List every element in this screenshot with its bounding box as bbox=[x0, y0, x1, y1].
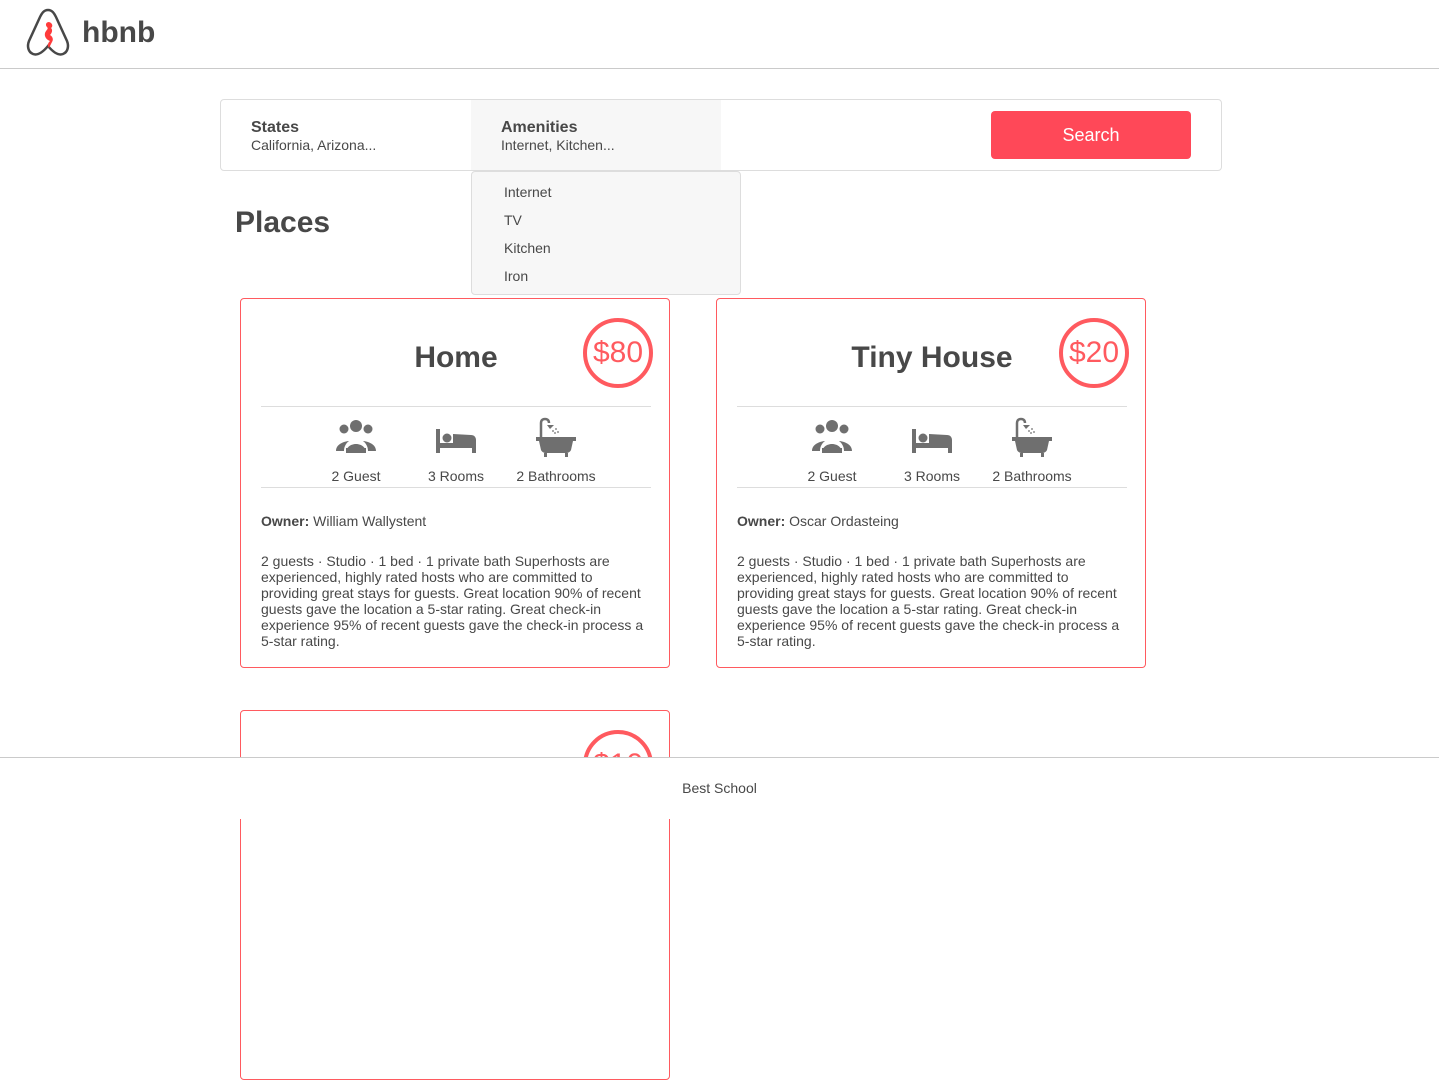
users-icon bbox=[812, 420, 852, 453]
owner-label: Owner: bbox=[737, 513, 786, 529]
bathtub-icon bbox=[536, 417, 576, 457]
bathrooms-info: 2 Bathrooms bbox=[982, 417, 1082, 484]
guests-info: 2 Guest bbox=[782, 417, 882, 484]
bathtub-icon bbox=[1012, 417, 1052, 457]
bed-icon bbox=[436, 429, 476, 453]
amenity-option-internet[interactable]: Internet bbox=[504, 184, 551, 200]
states-value: California, Arizona... bbox=[251, 137, 377, 153]
price-badge: $20 bbox=[1059, 318, 1129, 388]
amenity-option-kitchen[interactable]: Kitchen bbox=[504, 240, 551, 256]
price-badge: $80 bbox=[583, 318, 653, 388]
owner-name: Oscar Ordasteing bbox=[789, 513, 899, 529]
guests-info: 2 Guest bbox=[306, 417, 406, 484]
place-info: 2 Guest 3 Rooms 2 Bathrooms bbox=[261, 406, 651, 488]
search-button[interactable]: Search bbox=[991, 111, 1191, 159]
rooms-label: 3 Rooms bbox=[427, 468, 485, 484]
hbnb-logo-icon[interactable]: hbnb bbox=[25, 8, 159, 58]
logo-text: hbnb bbox=[82, 16, 155, 49]
place-info: 2 Guest 3 Rooms 2 Bathrooms bbox=[737, 406, 1127, 488]
filters-bar: States California, Arizona... Amenities … bbox=[220, 99, 1222, 171]
amenity-option-iron[interactable]: Iron bbox=[504, 268, 528, 284]
amenity-option-tv[interactable]: TV bbox=[504, 212, 522, 228]
rooms-info: 3 Rooms bbox=[406, 417, 506, 484]
amenities-dropdown: Internet TV Kitchen Iron bbox=[471, 171, 741, 295]
place-description: 2 guests · Studio · 1 bed · 1 private ba… bbox=[261, 553, 644, 649]
rooms-label: 3 Rooms bbox=[903, 468, 961, 484]
site-header: hbnb bbox=[0, 0, 1439, 69]
bathrooms-label: 2 Bathrooms bbox=[992, 468, 1072, 484]
states-title: States bbox=[251, 119, 300, 136]
places-title: Places bbox=[235, 206, 331, 239]
users-icon bbox=[336, 420, 376, 453]
owner-line: Owner: Oscar Ordasteing bbox=[737, 513, 899, 529]
amenities-filter[interactable]: Amenities Internet, Kitchen... bbox=[471, 100, 721, 170]
states-filter[interactable]: States California, Arizona... bbox=[221, 100, 471, 170]
place-card: Home $80 2 Guest 3 Rooms 2 Bathrooms Own… bbox=[240, 298, 670, 668]
bathrooms-label: 2 Bathrooms bbox=[516, 468, 596, 484]
owner-name: William Wallystent bbox=[313, 513, 427, 529]
place-description: 2 guests · Studio · 1 bed · 1 private ba… bbox=[737, 553, 1120, 649]
amenities-title: Amenities bbox=[501, 119, 578, 136]
rooms-info: 3 Rooms bbox=[882, 417, 982, 484]
owner-line: Owner: William Wallystent bbox=[261, 513, 426, 529]
guests-label: 2 Guest bbox=[807, 468, 857, 484]
owner-label: Owner: bbox=[261, 513, 310, 529]
amenities-value: Internet, Kitchen... bbox=[501, 137, 615, 153]
bed-icon bbox=[912, 429, 952, 453]
bathrooms-info: 2 Bathrooms bbox=[506, 417, 606, 484]
guests-label: 2 Guest bbox=[331, 468, 381, 484]
site-footer: Best School bbox=[0, 757, 1439, 819]
place-card: Tiny House $20 2 Guest 3 Rooms 2 Bathroo… bbox=[716, 298, 1146, 668]
